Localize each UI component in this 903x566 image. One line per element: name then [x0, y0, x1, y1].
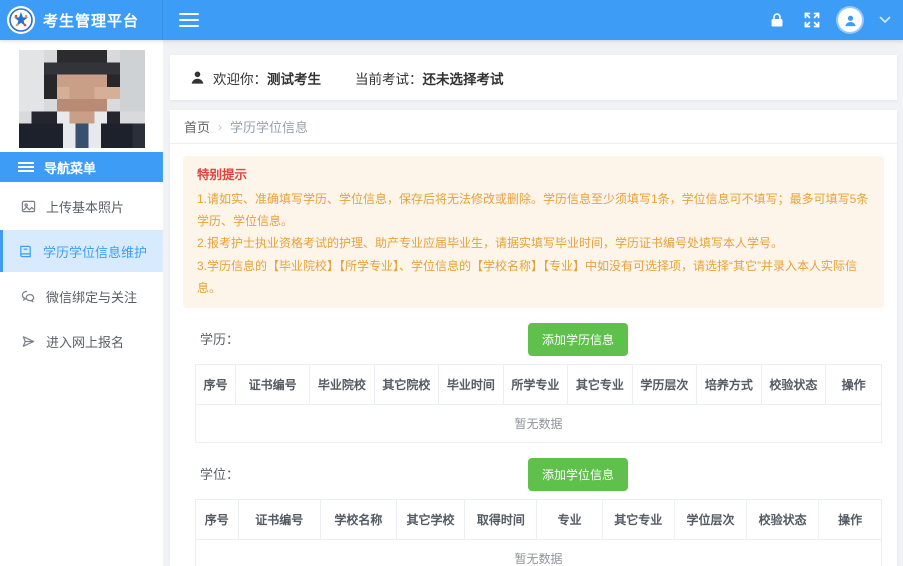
- notice-line-3: 3.学历信息的【毕业院校】【所学专业】、学位信息的【学校名称】【专业】中如没有可…: [197, 258, 858, 295]
- greeting-label: 欢迎你：: [213, 71, 267, 87]
- lock-icon[interactable]: [768, 11, 786, 29]
- candidate-photo: [18, 50, 145, 148]
- add-education-button[interactable]: 添加学历信息: [528, 322, 629, 356]
- notice-line-1: 1.请如实、准确填写学历、学位信息，保存后将无法修改或删除。学历信息至少须填写1…: [197, 192, 869, 229]
- degree-section-header: 学位： 添加学位信息: [170, 451, 897, 493]
- degree-column-header: 学校名称: [321, 499, 397, 539]
- sidebar-item-wechat-bind[interactable]: 微信绑定与关注: [0, 275, 163, 317]
- person-icon: [191, 71, 204, 84]
- page-card: 首页 › 学历学位信息 特别提示 1.请如实、准确填写学历、学位信息，保存后将无…: [170, 110, 897, 566]
- degree-column-header: 取得时间: [465, 499, 538, 539]
- sidebar-item-label: 微信绑定与关注: [46, 289, 138, 305]
- breadcrumb-home[interactable]: 首页: [184, 117, 210, 136]
- special-notice: 特别提示 1.请如实、准确填写学历、学位信息，保存后将无法修改或删除。学历信息至…: [183, 156, 884, 308]
- user-avatar[interactable]: [838, 8, 862, 32]
- sidebar-item-label: 上传基本照片: [46, 199, 125, 215]
- education-table-header: 序号 证书编号 毕业院校 其它院校 毕业时间 所学专业 其它专业 学历层次 培养方式 校验状态 操作: [195, 363, 882, 405]
- education-label: 学历：: [200, 331, 240, 347]
- nav-menu-title: 导航菜单: [44, 160, 97, 176]
- exam-value: 还未选择考试: [422, 71, 504, 87]
- education-column-header: 校验状态: [762, 364, 827, 404]
- degree-column-header: 校验状态: [747, 499, 820, 539]
- degree-column-header: 专业: [537, 499, 603, 539]
- degree-table-header: 序号 证书编号 学校名称 其它学校 取得时间 专业 其它专业 学位层次 校验状态 操作: [195, 498, 882, 540]
- education-column-header: 证书编号: [236, 364, 311, 404]
- breadcrumb-separator: ›: [218, 119, 223, 134]
- education-table: 序号 证书编号 毕业院校 其它院校 毕业时间 所学专业 其它专业 学历层次 培养方式 校验状态 操作…: [195, 363, 882, 443]
- education-column-header: 毕业院校: [310, 364, 375, 404]
- nav-menu-header: 导航菜单: [0, 152, 163, 182]
- brand-area: 考生管理平台: [0, 0, 163, 40]
- sidebar-item-education-info[interactable]: 学历学位信息维护: [0, 230, 163, 272]
- notice-title: 特别提示: [197, 168, 248, 182]
- education-column-header: 培养方式: [697, 364, 762, 404]
- sidebar-item-enter-registration[interactable]: 进入网上报名: [0, 320, 163, 362]
- top-header: 考生管理平台: [0, 0, 903, 40]
- degree-column-header: 证书编号: [239, 499, 322, 539]
- header-actions: [768, 8, 903, 32]
- degree-column-header: 操作: [838, 512, 863, 527]
- sidebar-item-upload-photo[interactable]: 上传基本照片: [0, 185, 163, 227]
- education-column-header: 所学专业: [504, 364, 569, 404]
- exam-label: 当前考试：: [355, 71, 423, 87]
- add-degree-button[interactable]: 添加学位信息: [528, 457, 629, 491]
- degree-column-header: 序号: [196, 499, 239, 539]
- list-icon: [18, 162, 34, 172]
- notice-line-2: 2.报考护士执业资格考试的护理、助产专业应届毕业生，请据实填写毕业时间，学历证书…: [197, 236, 784, 251]
- degree-column-header: 学位层次: [675, 499, 748, 539]
- app-title: 考生管理平台: [43, 12, 140, 30]
- sidebar-item-label: 学历学位信息维护: [43, 244, 148, 260]
- education-empty-row: 暂无数据: [195, 404, 882, 443]
- sidebar: 导航菜单 上传基本照片 学历学位信息维护 微信绑定与关注 进入网上报名: [0, 40, 163, 566]
- education-section-header: 学历： 添加学历信息: [170, 316, 897, 358]
- education-column-header: 操作: [841, 377, 866, 392]
- current-exam: 当前考试：还未选择考试: [355, 68, 504, 88]
- degree-column-header: 其它学校: [397, 499, 466, 539]
- degree-column-header: 其它专业: [603, 499, 675, 539]
- sidebar-item-label: 进入网上报名: [46, 334, 125, 350]
- degree-label: 学位：: [200, 466, 240, 482]
- photo-icon: [21, 200, 36, 212]
- fullscreen-icon[interactable]: [803, 11, 821, 29]
- education-column-header: 毕业时间: [439, 364, 504, 404]
- education-column-header: 其它院校: [375, 364, 440, 404]
- app-logo-icon: [6, 5, 36, 35]
- enter-icon: [22, 335, 35, 347]
- breadcrumb: 首页 › 学历学位信息: [170, 110, 897, 144]
- education-column-header: 序号: [196, 364, 236, 404]
- candidate-name: 测试考生: [267, 71, 321, 87]
- breadcrumb-current: 学历学位信息: [230, 120, 309, 135]
- menu-toggle-icon[interactable]: [179, 13, 199, 27]
- degree-empty-row: 暂无数据: [195, 539, 882, 566]
- degree-table: 序号 证书编号 学校名称 其它学校 取得时间 专业 其它专业 学位层次 校验状态 操作 暂无数据: [195, 498, 882, 566]
- chevron-down-icon[interactable]: [879, 11, 891, 29]
- main-content: 欢迎你： 测试考生 当前考试：还未选择考试 首页 › 学历学位信息 特别提示 1.…: [170, 40, 897, 566]
- education-column-header: 其它专业: [568, 364, 633, 404]
- welcome-bar: 欢迎你： 测试考生 当前考试：还未选择考试: [170, 55, 897, 100]
- wechat-icon: [21, 290, 35, 303]
- education-column-header: 学历层次: [633, 364, 698, 404]
- book-icon: [20, 245, 31, 257]
